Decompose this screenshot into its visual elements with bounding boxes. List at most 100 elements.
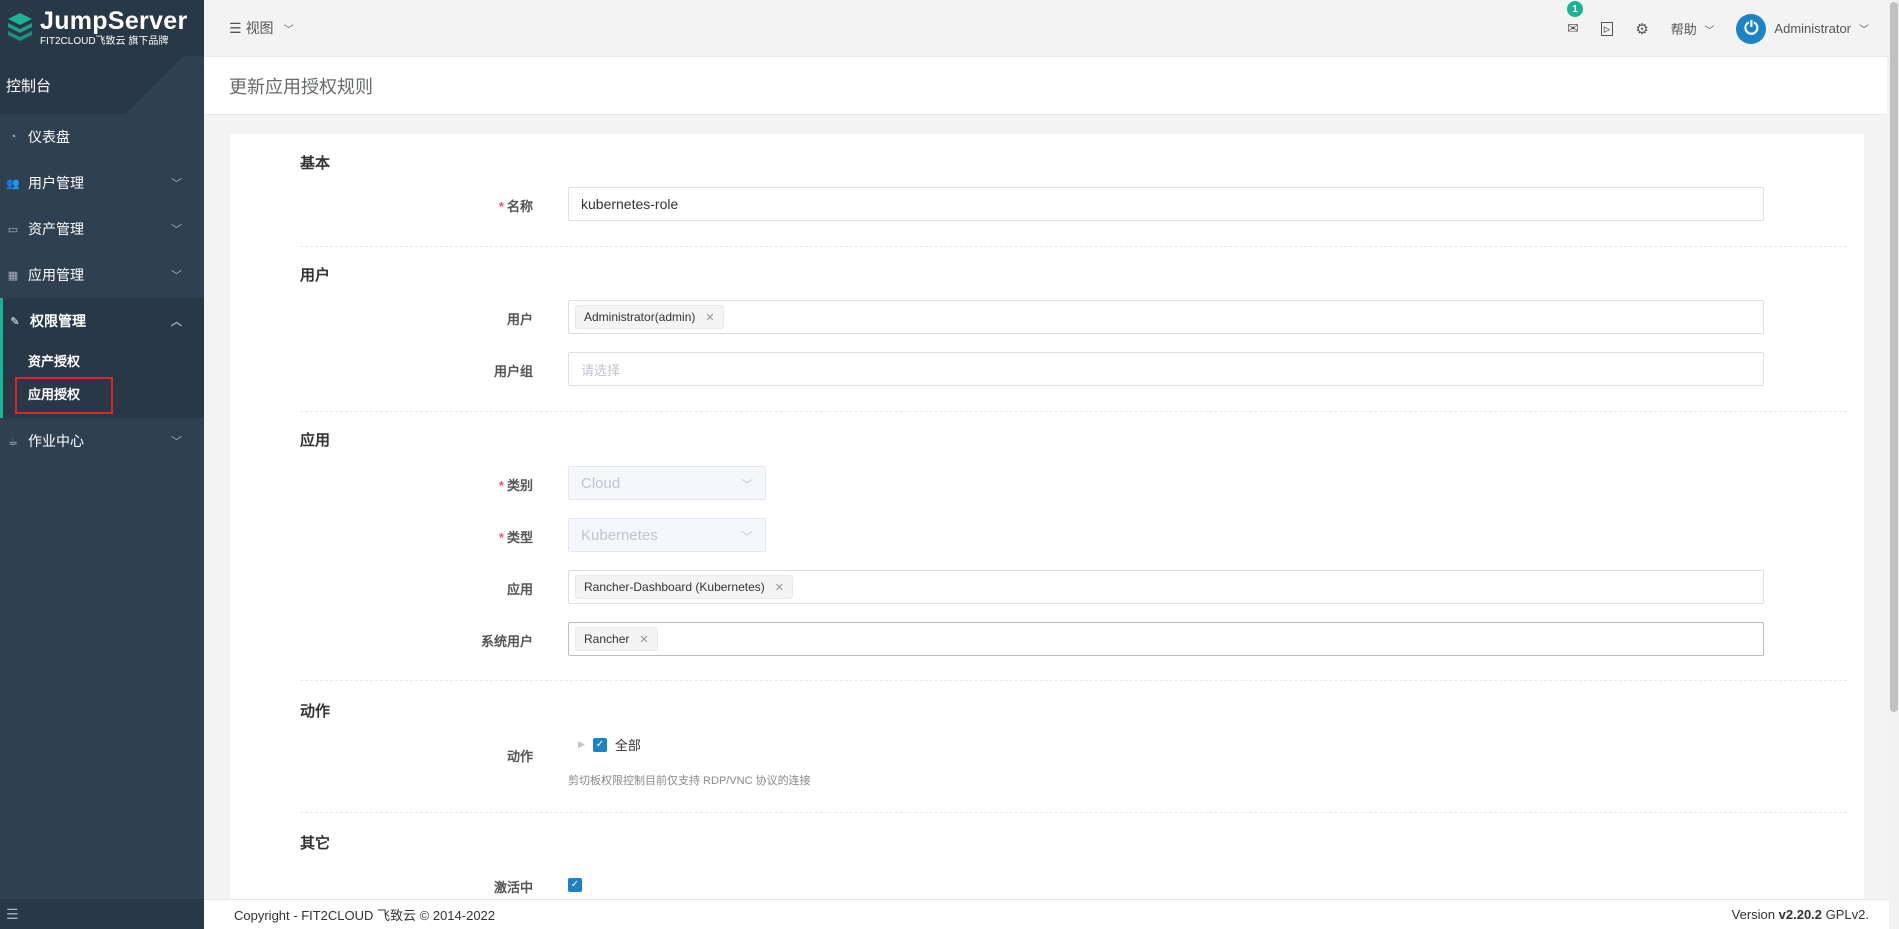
sidebar-item-label: 应用管理 <box>28 267 84 283</box>
sidebar-subitem-app-perms[interactable]: 应用授权 <box>3 377 204 414</box>
sidebar-group-permissions: ✎ 权限管理 ︿ 资产授权 应用授权 <box>0 298 204 418</box>
actions-label: 动作 <box>506 749 533 764</box>
caret-right-icon[interactable]: ▶ <box>578 739 585 750</box>
settings-icon[interactable]: ⚙ <box>1635 20 1648 38</box>
sidebar-item-users[interactable]: 👥 用户管理 ﹀ <box>0 160 204 206</box>
collapse-sidebar-button[interactable]: ☰ <box>0 899 204 929</box>
sidebar-item-label: 作业中心 <box>28 433 84 449</box>
required-mark: * <box>498 199 504 214</box>
users-label: 用户 <box>506 312 533 327</box>
name-label: * 名称 <box>498 199 533 214</box>
brand-subtitle: FIT2CLOUD飞致云 旗下品牌 <box>40 36 169 47</box>
divider <box>300 411 1847 412</box>
chevron-down-icon: ﹀ <box>171 178 182 190</box>
sysusers-label: 系统用户 <box>480 634 533 649</box>
usergroups-label: 用户组 <box>493 364 533 379</box>
actions-hint: 剪切板权限控制目前仅支持 RDP/VNC 协议的连接 <box>568 775 811 787</box>
type-label: * 类型 <box>498 530 533 545</box>
edit-icon: ✎ <box>10 315 20 328</box>
scrollbar[interactable] <box>1889 0 1899 929</box>
footer: Copyright - FIT2CLOUD 飞致云 © 2014-2022 Ve… <box>204 899 1899 929</box>
actions-all-label: 全部 <box>614 738 641 753</box>
scrollbar-thumb[interactable] <box>1890 2 1898 712</box>
close-icon[interactable]: ✕ <box>775 581 784 594</box>
close-icon[interactable]: ✕ <box>639 633 648 646</box>
copyright: Copyright - FIT2CLOUD 飞致云 © 2014-2022 <box>234 908 496 923</box>
sidebar-subitem-asset-perms[interactable]: 资产授权 <box>3 344 204 377</box>
menu-fold-icon: ☰ <box>6 905 19 922</box>
close-icon[interactable]: ✕ <box>705 311 714 324</box>
logo[interactable]: JumpServer FIT2CLOUD飞致云 旗下品牌 <box>0 0 204 56</box>
sysuser-tag-label: Rancher <box>584 632 630 646</box>
category-select[interactable]: Cloud ﹀ <box>568 466 766 500</box>
sidebar-nav: ◔ 仪表盘 👥 用户管理 ﹀ ▭ 资产管理 ﹀ ▦ 应用管理 ﹀ ✎ 权限管理 … <box>0 114 204 464</box>
usergroups-select[interactable]: 请选择 <box>568 352 1764 386</box>
name-input[interactable]: kubernetes-role <box>568 187 1764 221</box>
apps-label: 应用 <box>506 582 533 597</box>
sidebar-item-dashboard[interactable]: ◔ 仪表盘 <box>0 114 204 160</box>
user-tag: Administrator(admin) ✕ <box>575 305 724 329</box>
apps-select[interactable]: Rancher-Dashboard (Kubernetes) ✕ <box>568 570 1764 604</box>
notifications-badge: 1 <box>1567 1 1584 17</box>
jumpserver-logo-icon <box>8 13 32 41</box>
license: GPLv2. <box>1825 907 1869 922</box>
notifications-button[interactable]: ✉ 1 <box>1567 1 1584 37</box>
brand-title: JumpServer <box>40 7 188 35</box>
chevron-down-icon: ﹀ <box>171 224 182 236</box>
sidebar-item-label: 用户管理 <box>28 175 84 191</box>
actions-all-checkbox[interactable]: ✓ <box>592 737 607 752</box>
chevron-down-icon: ﹀ <box>283 24 294 36</box>
section-app: 应用 <box>300 432 331 449</box>
user-tag-label: Administrator(admin) <box>584 310 696 324</box>
type-value: Kubernetes <box>581 526 658 544</box>
category-value: Cloud <box>581 474 621 492</box>
console-label[interactable]: 控制台 <box>0 56 204 114</box>
version-info: Version v2.20.2 GPLv2. <box>1732 907 1869 922</box>
user-menu[interactable]: ⏻ Administrator ﹀ <box>1736 13 1869 44</box>
coffee-icon: ☕ <box>8 435 18 448</box>
sidebar-item-label: 资产管理 <box>28 221 84 237</box>
sysusers-select[interactable]: Rancher ✕ <box>568 622 1764 656</box>
chevron-down-icon: ﹀ <box>740 530 753 544</box>
divider <box>300 812 1847 813</box>
view-menu[interactable]: ☰ 视图 ﹀ <box>229 18 294 38</box>
sysuser-tag: Rancher ✕ <box>575 627 658 651</box>
sidebar-item-assets[interactable]: ▭ 资产管理 ﹀ <box>0 206 204 252</box>
help-label: 帮助 <box>1670 22 1697 37</box>
section-other: 其它 <box>300 835 331 852</box>
user-name: Administrator <box>1774 21 1851 36</box>
mail-icon: ✉ <box>1567 20 1579 36</box>
app-tag: Rancher-Dashboard (Kubernetes) ✕ <box>575 575 793 599</box>
active-label: 激活中 <box>493 880 533 895</box>
topbar: ☰ 视图 ﹀ ✉ 1 ▹ ⚙ 帮助 ﹀ ⏻ Administrator ﹀ <box>204 0 1899 57</box>
grid-icon: ▦ <box>7 269 19 282</box>
active-checkbox[interactable]: ✓ <box>568 878 582 892</box>
terminal-icon[interactable]: ▹ <box>1600 21 1614 36</box>
section-basic: 基本 <box>300 155 331 172</box>
sidebar-item-applications[interactable]: ▦ 应用管理 ﹀ <box>0 252 204 298</box>
category-label: * 类别 <box>498 478 533 493</box>
type-select[interactable]: Kubernetes ﹀ <box>568 518 766 552</box>
sidebar-item-label: 仪表盘 <box>28 129 70 145</box>
sidebar: JumpServer FIT2CLOUD飞致云 旗下品牌 控制台 ◔ 仪表盘 👥… <box>0 0 204 929</box>
sidebar-item-permissions[interactable]: ✎ 权限管理 ︿ <box>3 298 204 344</box>
help-menu[interactable]: 帮助 ﹀ <box>1671 19 1715 38</box>
divider <box>300 680 1847 681</box>
view-label: 视图 <box>245 20 274 36</box>
sidebar-item-jobs[interactable]: ☕ 作业中心 ﹀ <box>0 418 204 464</box>
chevron-down-icon: ﹀ <box>171 270 182 282</box>
chevron-down-icon: ﹀ <box>1704 26 1715 37</box>
divider <box>300 246 1847 247</box>
required-mark: * <box>498 530 504 545</box>
section-action: 动作 <box>300 703 331 720</box>
required-mark: * <box>498 478 504 493</box>
inbox-icon: ▭ <box>7 223 19 236</box>
dashboard-icon: ◔ <box>9 131 17 143</box>
app-tag-label: Rancher-Dashboard (Kubernetes) <box>584 580 765 594</box>
sidebar-item-label: 权限管理 <box>30 313 86 329</box>
users-select[interactable]: Administrator(admin) ✕ <box>568 300 1764 334</box>
avatar: ⏻ <box>1736 13 1767 44</box>
actions-tree: ▶ ✓ 全部 <box>578 735 641 754</box>
chevron-up-icon: ︿ <box>171 316 182 328</box>
version-prefix: Version <box>1731 907 1776 922</box>
